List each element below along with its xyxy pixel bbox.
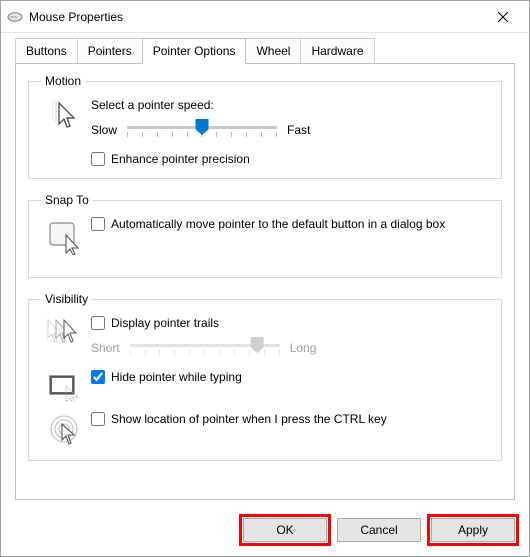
ctrl-locate-label: Show location of pointer when I press th… (111, 412, 387, 426)
trails-row[interactable]: Display pointer trails (91, 316, 489, 330)
hide-typing-checkbox[interactable] (91, 370, 105, 384)
snapto-checkbox[interactable] (91, 217, 105, 231)
pointer-speed-label: Select a pointer speed: (91, 98, 489, 112)
close-button[interactable] (483, 3, 523, 31)
pointer-speed-slider[interactable] (127, 118, 277, 142)
tab-wheel[interactable]: Wheel (245, 38, 301, 64)
motion-cursor-icon (41, 98, 91, 134)
enhance-precision-checkbox[interactable] (91, 152, 105, 166)
tab-hardware[interactable]: Hardware (300, 38, 374, 64)
trails-label: Display pointer trails (111, 316, 219, 330)
tab-buttons[interactable]: Buttons (15, 38, 78, 64)
trails-icon (41, 316, 91, 346)
tab-pointers[interactable]: Pointers (77, 38, 143, 64)
speed-slow-label: Slow (91, 123, 117, 137)
visibility-group: Visibility Display pointer trails (28, 292, 502, 461)
snapto-label: Automatically move pointer to the defaul… (111, 217, 445, 231)
motion-group: Motion Select a pointer speed: Slow (28, 74, 502, 179)
titlebar: Mouse Properties (1, 1, 529, 33)
mouse-icon (7, 11, 23, 23)
mouse-properties-window: Mouse Properties Buttons Pointers Pointe… (0, 0, 530, 557)
trails-checkbox[interactable] (91, 316, 105, 330)
snapto-legend: Snap To (41, 193, 93, 207)
hide-typing-row[interactable]: Hide pointer while typing (91, 370, 489, 384)
tab-strip: Buttons Pointers Pointer Options Wheel H… (1, 33, 529, 63)
hide-typing-label: Hide pointer while typing (111, 370, 242, 384)
window-title: Mouse Properties (29, 10, 483, 24)
ctrl-locate-row[interactable]: Show location of pointer when I press th… (91, 412, 489, 426)
trails-length-slider (130, 336, 280, 360)
snapto-icon (41, 217, 91, 255)
enhance-precision-row[interactable]: Enhance pointer precision (91, 152, 489, 166)
motion-legend: Motion (41, 74, 85, 88)
trails-short-label: Short (91, 341, 120, 355)
visibility-legend: Visibility (41, 292, 92, 306)
ctrl-locate-checkbox[interactable] (91, 412, 105, 426)
tab-content: Motion Select a pointer speed: Slow (15, 63, 515, 500)
speed-fast-label: Fast (287, 123, 310, 137)
hide-typing-icon (41, 370, 91, 402)
trails-long-label: Long (290, 341, 317, 355)
tab-pointer-options[interactable]: Pointer Options (142, 38, 247, 64)
ok-button[interactable]: OK (243, 518, 327, 542)
enhance-precision-label: Enhance pointer precision (111, 152, 250, 166)
ctrl-locate-icon (41, 412, 91, 448)
cancel-button[interactable]: Cancel (337, 518, 421, 542)
snapto-row[interactable]: Automatically move pointer to the defaul… (91, 217, 489, 231)
dialog-buttons: OK Cancel Apply (1, 510, 529, 556)
apply-button[interactable]: Apply (431, 518, 515, 542)
snapto-group: Snap To Automatically move pointer to th… (28, 193, 502, 278)
